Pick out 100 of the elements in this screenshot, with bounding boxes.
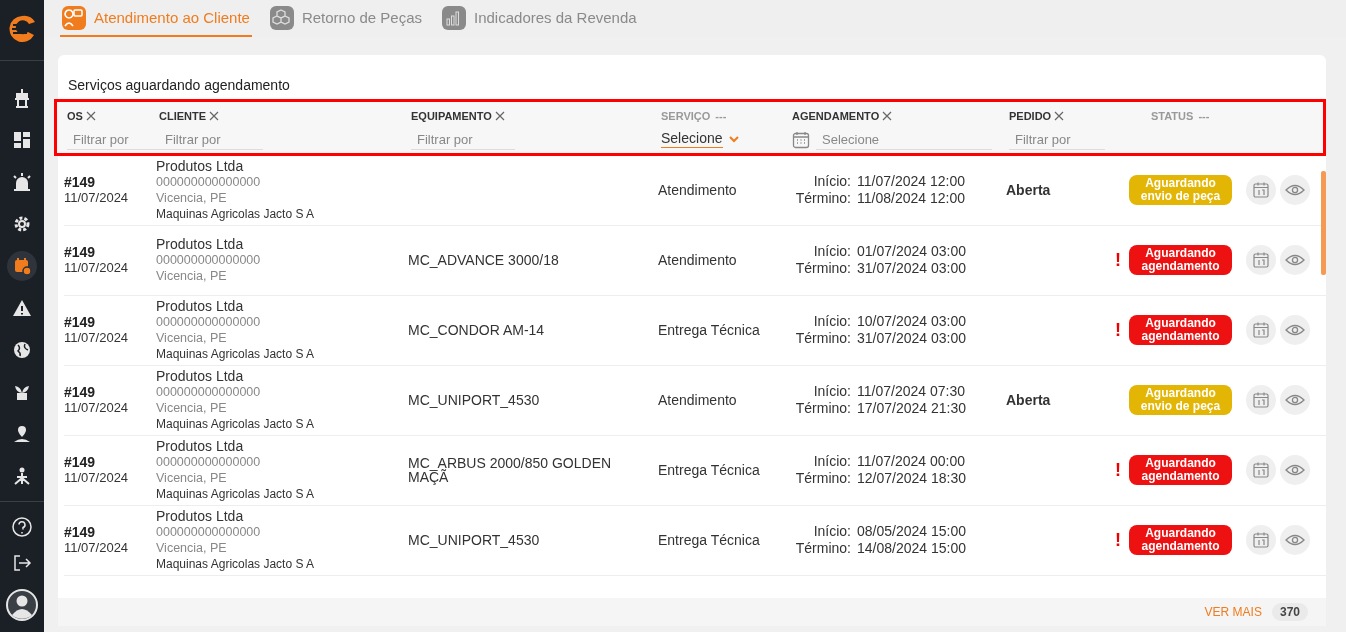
order-date: 11/07/2024 — [64, 470, 129, 486]
filter-field[interactable]: Filtrar por — [1009, 130, 1105, 150]
order-number: #149 — [64, 244, 96, 260]
eye-icon — [1285, 183, 1305, 197]
logout-icon[interactable] — [11, 552, 33, 574]
view-button[interactable] — [1280, 315, 1310, 345]
schedule-value: 11/07/2024 07:30 — [857, 383, 966, 400]
tab[interactable]: Atendimento ao Cliente — [60, 0, 252, 37]
menu-dots[interactable]: --- — [1198, 110, 1210, 122]
close-icon[interactable] — [493, 110, 506, 122]
status-badge: Aguardando agendamento — [1129, 245, 1232, 275]
tab[interactable]: Retorno de Peças — [267, 0, 424, 37]
column-header[interactable]: OS — [67, 110, 83, 122]
schedule-label: Término: — [794, 400, 851, 417]
schedule-value: 17/07/2024 21:30 — [857, 400, 967, 417]
client-name: Produtos Ltda — [156, 158, 244, 174]
tab[interactable]: Indicadores da Revenda — [440, 0, 639, 37]
schedule-value: 31/07/2024 03:00 — [857, 330, 967, 347]
calendar-icon[interactable] — [792, 131, 810, 149]
view-button[interactable] — [1280, 455, 1310, 485]
nav-item[interactable] — [7, 251, 37, 281]
client-document: 000000000000000 — [156, 314, 261, 330]
schedule-value: 11/07/2024 00:00 — [857, 453, 966, 470]
avatar-icon[interactable] — [5, 588, 39, 622]
calendar-icon — [1252, 531, 1270, 549]
dealer-name: Maquinas Agricolas Jacto S A — [156, 416, 315, 432]
calendar-button[interactable] — [1246, 245, 1276, 275]
schedule-label: Término: — [794, 540, 851, 557]
calendar-button[interactable] — [1246, 525, 1276, 555]
schedule-value: 10/07/2024 03:00 — [857, 313, 967, 330]
schedule-value: 31/07/2024 03:00 — [857, 260, 967, 277]
alert-mark: ! — [1115, 319, 1121, 341]
column-header[interactable]: PEDIDO — [1009, 110, 1052, 122]
dealer-name: Maquinas Agricolas Jacto S A — [156, 346, 315, 362]
eye-icon — [1285, 323, 1305, 337]
view-button[interactable] — [1280, 175, 1310, 205]
see-more-link[interactable]: VER MAIS — [1204, 605, 1262, 619]
select-field[interactable]: Selecione — [661, 130, 723, 148]
schedule-value: 11/08/2024 12:00 — [857, 190, 966, 207]
schedule-label: Início: — [812, 383, 851, 400]
service-type: Atendimento — [658, 252, 737, 268]
equipment-name: MC_UNIPORT_4530 — [408, 393, 540, 407]
order-date: 11/07/2024 — [64, 190, 129, 206]
service-type: Entrega Técnica — [658, 322, 760, 338]
dealer-name: Maquinas Agricolas Jacto S A — [156, 486, 315, 502]
filter-field[interactable]: Filtrar por — [411, 130, 515, 150]
close-icon[interactable] — [1053, 110, 1066, 122]
client-name: Produtos Ltda — [156, 438, 244, 454]
schedule-label: Início: — [812, 243, 851, 260]
status-badge: Aguardando envio de peça — [1129, 175, 1232, 205]
close-icon[interactable] — [208, 110, 221, 122]
status-badge: Aguardando agendamento — [1129, 315, 1232, 345]
close-icon[interactable] — [881, 110, 894, 122]
dashboard-icon — [11, 129, 33, 151]
order-date: 11/07/2024 — [64, 540, 129, 556]
client-name: Produtos Ltda — [156, 298, 244, 314]
column-header[interactable]: SERVIÇO — [661, 110, 711, 122]
date-field[interactable]: Selecione — [816, 130, 992, 150]
schedule-label: Início: — [812, 173, 851, 190]
schedule-label: Término: — [794, 470, 851, 487]
bar-chart-icon — [442, 5, 466, 30]
filter-field[interactable]: Filtrar por — [159, 130, 263, 150]
calendar-button[interactable] — [1246, 455, 1276, 485]
order-date: 11/07/2024 — [64, 260, 129, 276]
calendar-button[interactable] — [1246, 315, 1276, 345]
view-button[interactable] — [1280, 245, 1310, 275]
help-icon[interactable] — [11, 516, 33, 538]
view-button[interactable] — [1280, 525, 1310, 555]
calendar-icon — [1252, 251, 1270, 269]
client-document: 000000000000000 — [156, 384, 261, 400]
schedule-value: 08/05/2024 15:00 — [857, 523, 967, 540]
schedule-label: Término: — [794, 330, 851, 347]
column-header[interactable]: AGENDAMENTO — [792, 110, 880, 122]
schedule-value: 01/07/2024 03:00 — [857, 243, 967, 260]
scrollbar[interactable] — [1321, 171, 1326, 275]
column-header[interactable]: EQUIPAMENTO — [411, 110, 492, 122]
calendar-icon — [1252, 461, 1270, 479]
filter-field[interactable]: Filtrar por — [67, 130, 163, 150]
client-city: Vicencia, PE — [156, 190, 227, 206]
alert-mark: ! — [1115, 459, 1121, 481]
logo-icon[interactable] — [7, 14, 37, 44]
client-city: Vicencia, PE — [156, 540, 227, 556]
order-number: #149 — [64, 314, 96, 330]
chevron-down-icon[interactable] — [728, 135, 739, 143]
schedule-label: Término: — [794, 190, 851, 207]
schedule-label: Início: — [812, 313, 851, 330]
calendar-button[interactable] — [1246, 175, 1276, 205]
menu-dots[interactable]: --- — [715, 110, 727, 122]
column-header[interactable]: STATUS — [1151, 110, 1194, 122]
view-button[interactable] — [1280, 385, 1310, 415]
close-icon[interactable] — [84, 110, 97, 122]
schedule-label: Início: — [812, 453, 851, 470]
column-header[interactable]: CLIENTE — [159, 110, 207, 122]
client-document: 000000000000000 — [156, 174, 261, 190]
cubes-icon — [269, 5, 294, 30]
status-badge: Aguardando agendamento — [1129, 455, 1232, 485]
client-city: Vicencia, PE — [156, 330, 227, 346]
order-date: 11/07/2024 — [64, 400, 129, 416]
equipment-name: MC_UNIPORT_4530 — [408, 533, 540, 547]
calendar-button[interactable] — [1246, 385, 1276, 415]
